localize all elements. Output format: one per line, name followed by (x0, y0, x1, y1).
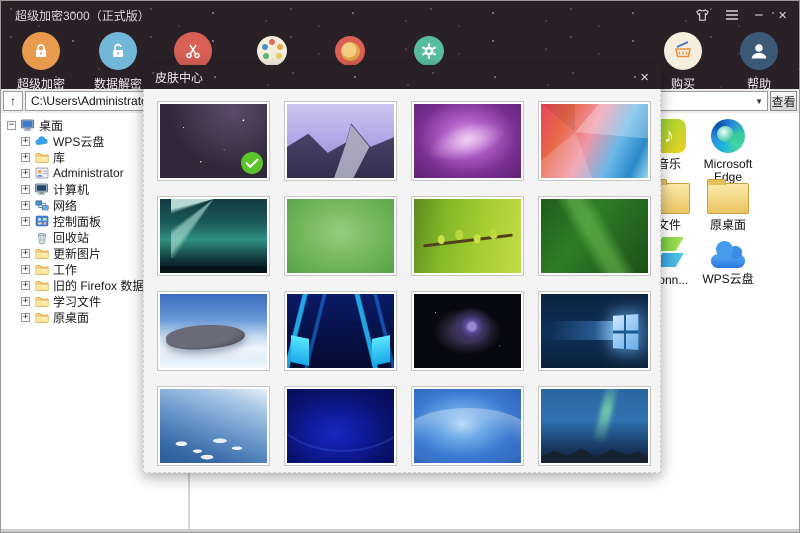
menu-icon[interactable] (725, 9, 739, 21)
settings-gear-icon (414, 36, 444, 66)
skin-thumbnail-galaxy-planet[interactable] (411, 291, 524, 371)
skin-thumbnail-teal-aurora[interactable] (157, 196, 270, 276)
wps-cloud-icon (707, 241, 749, 268)
toolbar-palette[interactable] (234, 32, 310, 66)
toolbar-super-encrypt[interactable]: 超级加密 (3, 32, 79, 92)
skin-thumbnail-floating-rock[interactable] (157, 291, 270, 371)
selected-check-icon (241, 152, 263, 174)
dropdown-arrow-icon[interactable]: ▼ (755, 97, 763, 106)
unlock-icon (99, 32, 137, 70)
toolbar-help[interactable]: 帮助 (721, 32, 797, 92)
dialog-header: 皮肤中心 × (143, 65, 661, 89)
edge-browser-icon (711, 119, 745, 153)
skin-preview (287, 104, 394, 178)
skin-preview (414, 389, 521, 463)
skin-thumbnail-purple-nebula[interactable] (411, 101, 524, 181)
address-path: C:\Users\Administrator\ (31, 94, 155, 108)
skin-preview (541, 294, 648, 368)
toolbar-settings[interactable] (391, 32, 467, 66)
shopping-basket-icon (664, 32, 702, 70)
app-window: 超级加密3000（正式版） − × 超级加密 数据解密 (0, 0, 800, 533)
view-button[interactable]: 查看 (770, 91, 797, 111)
skin-thumbnail-starry-night[interactable] (157, 101, 270, 181)
close-button[interactable]: × (778, 8, 787, 23)
skin-thumbnail-blue-swirl[interactable] (411, 386, 524, 466)
desktop-icon-old-desktop[interactable]: 原桌面 (695, 177, 761, 232)
skin-thumbnail-deep-blue[interactable] (284, 386, 397, 466)
skin-preview (541, 104, 648, 178)
theme-blob-icon (335, 36, 365, 66)
skin-thumbnail-aurora-mountain[interactable] (538, 386, 651, 466)
skin-preview (541, 199, 648, 273)
skin-thumbnail-snow-mountain[interactable] (284, 101, 397, 181)
toolbar-theme[interactable] (312, 32, 388, 66)
skin-grid (143, 89, 661, 473)
skin-preview (160, 294, 267, 368)
icon-label: WPS云盘 (702, 273, 753, 286)
skin-thumbnail-aerial-mountains[interactable] (157, 386, 270, 466)
skin-preview (160, 199, 267, 273)
dialog-title: 皮肤中心 (155, 69, 203, 86)
skin-thumbnail-grass-dew[interactable] (538, 196, 651, 276)
skin-thumbnail-cyber-tunnel[interactable] (284, 291, 397, 371)
skin-thumbnail-green-branch[interactable] (411, 196, 524, 276)
skin-preview (287, 389, 394, 463)
skin-preview (287, 199, 394, 273)
skin-preview (160, 389, 267, 463)
skin-preview (414, 294, 521, 368)
skin-preview (414, 104, 521, 178)
palette-icon (257, 36, 287, 66)
desktop-icon-edge[interactable]: Microsoft Edge (695, 119, 761, 184)
window-title: 超级加密3000（正式版） (15, 7, 150, 24)
title-bar: 超级加密3000（正式版） − × (1, 1, 799, 29)
skin-center-dialog: 皮肤中心 × (143, 65, 661, 473)
lock-icon (22, 32, 60, 70)
minimize-button[interactable]: − (754, 8, 763, 23)
desktop-icon-wps-cloud[interactable]: WPS云盘 (695, 235, 761, 286)
skin-thumbnail-color-polygons[interactable] (538, 101, 651, 181)
skin-thumbnail-green-gradient[interactable] (284, 196, 397, 276)
skin-thumbnail-windows-logo[interactable] (538, 291, 651, 371)
up-button[interactable]: ↑ (3, 91, 23, 111)
window-controls: − × (695, 1, 787, 29)
skin-shirt-icon[interactable] (695, 8, 710, 23)
skin-preview (414, 199, 521, 273)
help-person-icon (740, 32, 778, 70)
folder-icon (707, 183, 749, 214)
dialog-close-button[interactable]: × (640, 70, 649, 85)
skin-preview (287, 294, 394, 368)
skin-preview (541, 389, 648, 463)
icon-label: 原桌面 (710, 219, 746, 232)
